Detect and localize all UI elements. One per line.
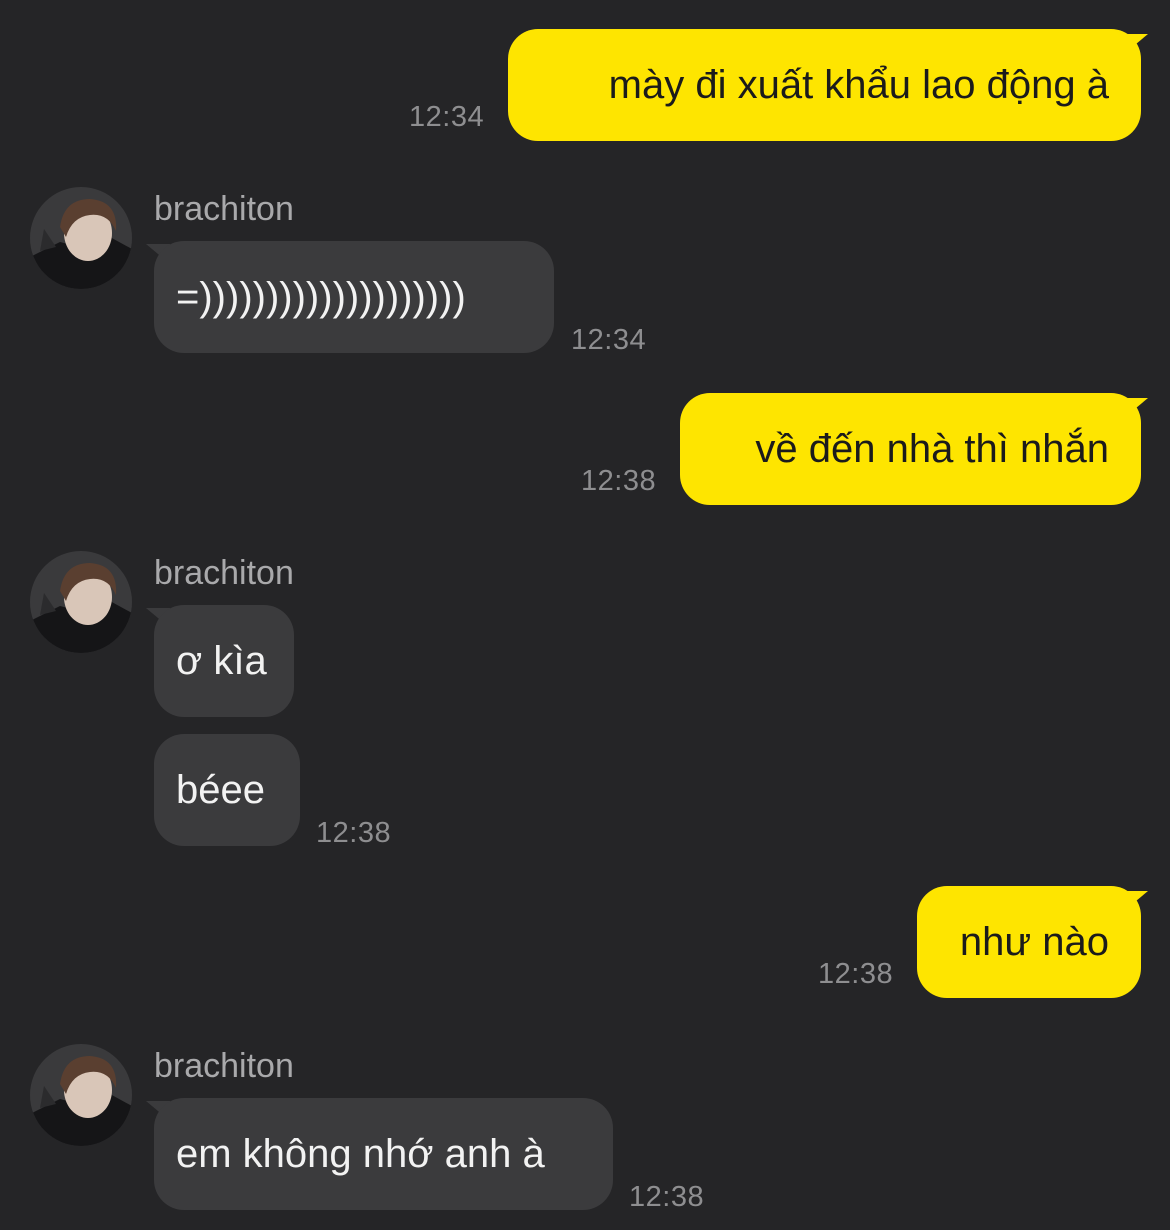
received-message-bubble[interactable]: em không nhớ anh à	[154, 1098, 613, 1210]
sent-message-bubble[interactable]: như nào	[917, 886, 1141, 998]
sender-name: brachiton	[154, 554, 294, 592]
sent-message-bubble[interactable]: mày đi xuất khẩu lao động à	[508, 29, 1141, 141]
message-text: =))))))))))))))))))))	[176, 275, 466, 319]
message-timestamp: 12:38	[818, 958, 894, 990]
message-timestamp: 12:34	[571, 324, 647, 356]
contact-avatar[interactable]	[30, 187, 132, 289]
received-message-bubble[interactable]: ơ kìa	[154, 605, 294, 717]
contact-avatar[interactable]	[30, 551, 132, 653]
sent-message-bubble[interactable]: về đến nhà thì nhắn	[680, 393, 1141, 505]
message-text: em không nhớ anh à	[176, 1132, 545, 1176]
message-text: ơ kìa	[176, 639, 267, 683]
avatar-photo-icon	[30, 551, 132, 653]
avatar-photo-icon	[30, 1044, 132, 1146]
message-timestamp: 12:34	[409, 101, 485, 133]
message-text: về đến nhà thì nhắn	[755, 427, 1109, 471]
avatar-photo-icon	[30, 187, 132, 289]
message-timestamp: 12:38	[629, 1181, 705, 1213]
contact-avatar[interactable]	[30, 1044, 132, 1146]
message-text: như nào	[959, 920, 1109, 964]
sender-name: brachiton	[154, 1047, 294, 1085]
message-timestamp: 12:38	[316, 817, 392, 849]
message-text: béee	[176, 768, 265, 812]
sender-name: brachiton	[154, 190, 294, 228]
received-message-bubble[interactable]: =))))))))))))))))))))	[154, 241, 554, 353]
message-text: mày đi xuất khẩu lao động à	[608, 63, 1109, 107]
message-timestamp: 12:38	[581, 465, 657, 497]
received-message-bubble[interactable]: béee	[154, 734, 300, 846]
